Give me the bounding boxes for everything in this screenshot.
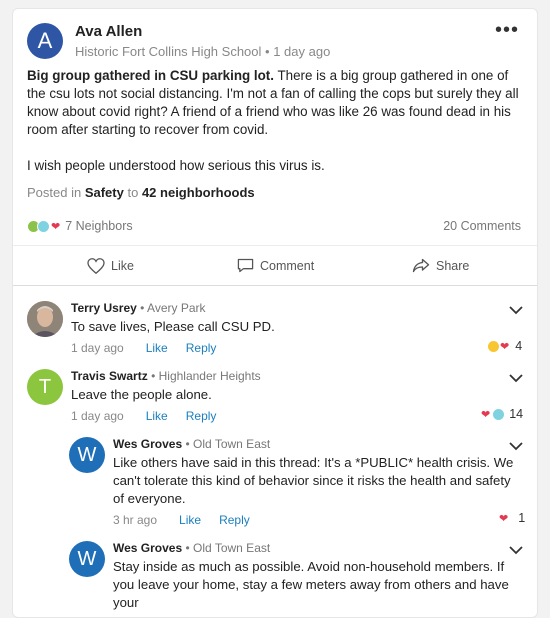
comment-footer: 1 day ago Like Reply [71,409,261,423]
reaction-count: 4 [515,339,523,353]
author-meta: Historic Fort Collins High School • 1 da… [75,44,330,59]
comment-reply-button[interactable]: Reply [186,409,217,423]
comment-author[interactable]: Terry Usrey [71,301,137,315]
reactions-summary[interactable]: ❤ 7 Neighbors [27,219,133,233]
posted-in: Posted in Safety to 42 neighborhoods [27,185,255,200]
comment-button[interactable]: Comment [237,258,314,273]
comment-content: Wes Groves • Old Town East Stay inside a… [113,541,521,612]
comment-item: T Travis Swartz • Highlander Heights Lea… [27,369,261,423]
comment-author-line: Terry Usrey • Avery Park [71,301,275,315]
share-label: Share [436,258,470,273]
comment-like-button[interactable]: Like [179,513,201,527]
reply-item: W Wes Groves • Old Town East Like others… [69,437,521,527]
posted-prefix: Posted in [27,185,82,200]
comment-time: 1 day ago [71,341,124,355]
author-location[interactable]: Historic Fort Collins High School [75,44,261,59]
comment-item: Terry Usrey • Avery Park To save lives, … [27,301,275,355]
meta-separator: • [265,44,274,59]
comment-reactions[interactable]: ❤ 4 [487,339,522,353]
author-name[interactable]: Ava Allen [75,23,330,40]
comment-reactions[interactable]: ❤ 1 [499,511,525,525]
post-category[interactable]: Safety [85,185,124,200]
posted-to-word: to [127,185,139,200]
comment-reactions[interactable]: ❤ 14 [481,407,523,421]
comment-author-line: Travis Swartz • Highlander Heights [71,369,261,383]
comment-time: 1 day ago [71,409,124,423]
post-body: Big group gathered in CSU parking lot. T… [27,67,519,193]
comment-time: 3 hr ago [113,513,158,527]
chevron-down-icon[interactable] [509,441,523,451]
post-headline: Big group gathered in CSU parking lot. [27,68,274,83]
comment-author[interactable]: Wes Groves [113,541,182,555]
comment-content: Wes Groves • Old Town East Like others h… [113,437,521,527]
heart-outline-icon [87,258,105,274]
post-paragraph-1: Big group gathered in CSU parking lot. T… [27,67,519,139]
share-arrow-icon [412,258,430,273]
comment-like-button[interactable]: Like [146,409,168,423]
post-card: A Ava Allen Historic Fort Collins High S… [12,8,538,618]
comments-divider [13,285,537,286]
comment-footer: 1 day ago Like Reply [71,341,275,355]
comment-reply-button[interactable]: Reply [219,513,250,527]
reaction-count: 14 [509,407,524,421]
chevron-down-icon[interactable] [509,373,523,383]
more-options-icon[interactable]: ••• [495,19,519,42]
person-photo-icon [27,301,63,337]
share-button[interactable]: Share [412,258,469,273]
heart-icon: ❤ [500,340,510,353]
comment-avatar[interactable]: T [27,369,63,405]
comment-neighborhood[interactable]: • Old Town East [186,541,271,555]
cold-emoji-icon [492,407,506,421]
user-photo-avatar[interactable] [27,301,63,337]
comment-like-button[interactable]: Like [146,341,168,355]
post-header: A Ava Allen Historic Fort Collins High S… [27,23,330,59]
comment-content: Travis Swartz • Highlander Heights Leave… [71,369,261,423]
comment-text: Leave the people alone. [71,387,212,402]
reaction-count: 1 [518,511,526,525]
comment-label: Comment [260,258,315,273]
comment-neighborhood[interactable]: • Highlander Heights [151,369,261,383]
comment-bubble-icon [237,258,254,273]
comment-text: To save lives, Please call CSU PD. [71,319,275,334]
chevron-down-icon[interactable] [509,545,523,555]
comments-count[interactable]: 20 Comments [443,219,521,233]
comment-text: Like others have said in this thread: It… [113,455,514,506]
heart-icon: ❤ [481,408,491,421]
comment-author-line: Wes Groves • Old Town East [113,437,521,451]
author-block: Ava Allen Historic Fort Collins High Sch… [75,23,330,59]
action-bar: Like Comment Share [13,245,537,285]
chevron-down-icon[interactable] [509,305,523,315]
heart-icon: ❤ [499,512,509,525]
post-audience[interactable]: 42 neighborhoods [142,185,255,200]
smile-emoji-icon [487,339,500,353]
post-time: 1 day ago [273,44,331,59]
comment-author[interactable]: Wes Groves [113,437,182,451]
comment-author[interactable]: Travis Swartz [71,369,148,383]
comment-content: Terry Usrey • Avery Park To save lives, … [71,301,275,355]
comment-avatar[interactable]: W [69,541,105,577]
reactions-count: 7 Neighbors [65,219,133,233]
comment-text: Stay inside as much as possible. Avoid n… [113,559,509,610]
comment-neighborhood[interactable]: • Avery Park [140,301,205,315]
comment-author-line: Wes Groves • Old Town East [113,541,521,555]
heart-icon: ❤ [51,220,61,233]
comment-footer: 3 hr ago Like Reply [113,513,521,527]
author-avatar[interactable]: A [27,23,63,59]
comment-reply-button[interactable]: Reply [186,341,217,355]
comment-avatar[interactable]: W [69,437,105,473]
like-label: Like [111,259,134,273]
post-paragraph-2: I wish people understood how serious thi… [27,158,325,173]
reply-item: W Wes Groves • Old Town East Stay inside… [69,541,521,612]
comment-neighborhood[interactable]: • Old Town East [186,437,271,451]
like-button[interactable]: Like [87,258,134,274]
cold-emoji-icon [37,219,50,233]
